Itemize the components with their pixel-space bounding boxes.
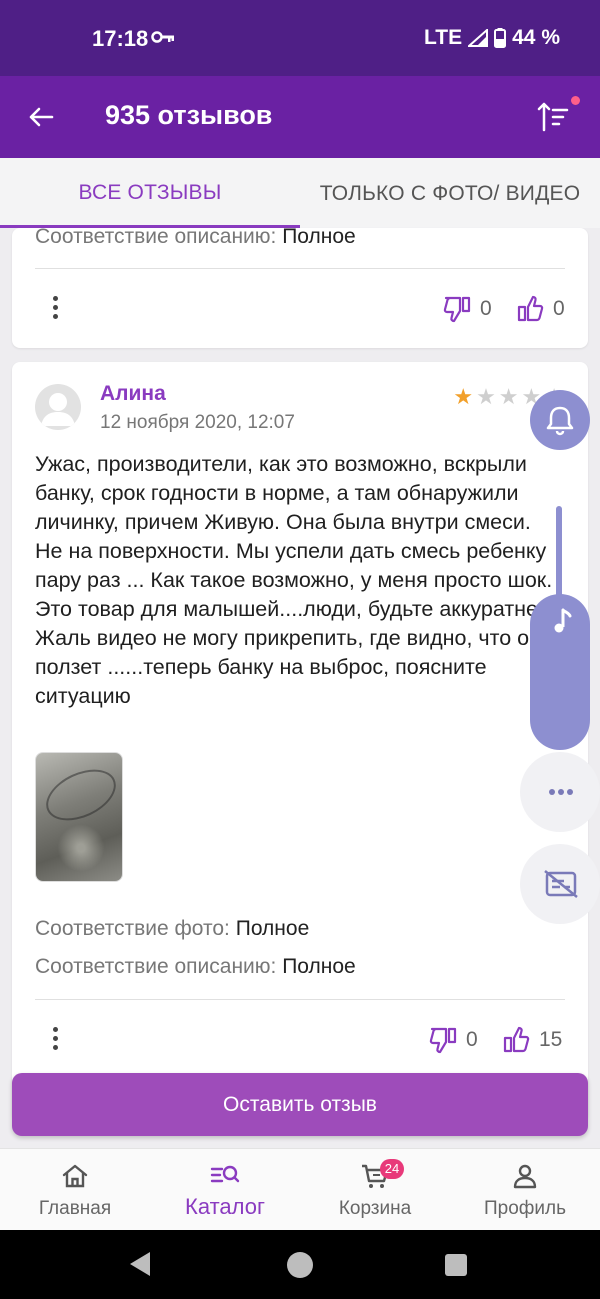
review-tabs: Все отзывы Только с фото/ видео — [0, 158, 600, 228]
nav-catalog-label: Каталог — [185, 1194, 265, 1219]
star-icon: ★ — [476, 384, 496, 409]
battery-label: 44 % — [512, 26, 560, 49]
review-photo-thumbnail[interactable] — [35, 752, 123, 882]
review-card: Алина 12 ноября 2020, 12:07 ★ ★ ★ ★ ★ Уж… — [12, 362, 588, 1122]
match-description-value: Полное — [282, 955, 356, 978]
review-date: 12 ноября 2020, 12:07 — [100, 412, 295, 433]
dislike-count: 0 — [466, 1028, 478, 1051]
nav-cart[interactable]: 24 Корзина — [300, 1149, 450, 1231]
dislike-button[interactable]: 0 — [428, 1025, 478, 1055]
signal-icon — [468, 29, 489, 47]
app-bar: 935 отзывов — [0, 76, 600, 158]
nav-catalog[interactable]: Каталог — [150, 1149, 300, 1231]
nav-home[interactable]: Главная — [0, 1149, 150, 1231]
cart-count-badge: 24 — [380, 1159, 404, 1179]
user-avatar-icon — [41, 393, 75, 426]
match-description-line: Соответствие описанию: Полное — [35, 228, 356, 249]
person-icon — [513, 1164, 537, 1189]
nav-profile[interactable]: Профиль — [450, 1149, 600, 1231]
review-text: Ужас, производители, как это возможно, в… — [35, 452, 556, 708]
thumbs-down-icon — [443, 296, 471, 323]
catalog-search-icon — [210, 1165, 240, 1183]
status-bar: 17:18 LTE 44 % — [0, 0, 600, 76]
nav-home-label: Главная — [38, 1198, 112, 1219]
more-options-icon[interactable] — [51, 1027, 59, 1055]
battery-icon — [494, 28, 507, 48]
nav-profile-label: Профиль — [483, 1198, 567, 1219]
more-options-icon[interactable] — [51, 296, 59, 324]
vpn-key-icon — [151, 31, 174, 43]
captions-off-icon — [544, 870, 578, 898]
bell-button[interactable] — [530, 390, 590, 450]
divider — [35, 999, 565, 1000]
tab-all-reviews[interactable]: Все отзывы — [0, 158, 300, 228]
nav-cart-label: Корзина — [338, 1198, 412, 1219]
dislike-count: 0 — [480, 297, 492, 320]
like-button[interactable]: 15 — [501, 1025, 562, 1055]
divider — [35, 268, 565, 269]
match-photo-line: Соответствие фото: Полное — [35, 917, 309, 941]
review-card-previous: Соответствие описанию: Полное 0 0 — [12, 228, 588, 348]
dislike-button[interactable]: 0 — [442, 294, 492, 324]
avatar — [35, 384, 81, 430]
more-options-button[interactable] — [520, 752, 600, 832]
match-description-value: Полное — [282, 228, 356, 248]
music-note-icon — [554, 608, 572, 633]
star-icon: ★ — [498, 384, 519, 409]
match-photo-value: Полное — [235, 917, 310, 940]
like-count: 15 — [539, 1028, 563, 1051]
thumbs-down-icon — [429, 1027, 457, 1054]
match-description-label: Соответствие описанию: — [35, 228, 277, 248]
page-title: 935 отзывов — [105, 100, 273, 130]
floating-side-panel — [518, 386, 600, 926]
match-photo-label: Соответствие фото: — [35, 917, 230, 940]
sort-icon[interactable] — [536, 100, 570, 134]
status-right: LTE 44 % — [424, 26, 560, 50]
match-description-label: Соответствие описанию: — [35, 955, 277, 978]
system-back-icon[interactable] — [130, 1252, 150, 1276]
more-horizontal-icon — [549, 789, 573, 795]
review-author: Алина — [100, 382, 166, 405]
match-description-line: Соответствие описанию: Полное — [35, 955, 356, 979]
status-time: 17:18 — [92, 26, 149, 51]
back-arrow-icon[interactable] — [26, 102, 56, 132]
sort-indicator-dot — [571, 96, 580, 105]
system-home-icon[interactable] — [287, 1252, 313, 1278]
network-label: LTE — [424, 26, 463, 49]
system-nav-bar — [0, 1230, 600, 1299]
bell-icon — [546, 406, 574, 436]
thumbs-up-icon — [503, 1026, 530, 1053]
star-icon: ★ — [453, 384, 474, 409]
bottom-nav: Главная Каталог 24 Корзина Профиль — [0, 1148, 600, 1230]
thumbs-up-icon — [517, 295, 544, 322]
tab-photo-video[interactable]: Только с фото/ видео — [300, 158, 600, 228]
system-recents-icon[interactable] — [445, 1254, 467, 1276]
like-count: 0 — [553, 297, 565, 320]
home-icon — [62, 1164, 88, 1188]
write-review-button[interactable]: Оставить отзыв — [12, 1073, 588, 1136]
media-volume-slider[interactable] — [530, 594, 590, 750]
captions-off-button[interactable] — [520, 844, 600, 924]
like-button[interactable]: 0 — [515, 294, 565, 324]
